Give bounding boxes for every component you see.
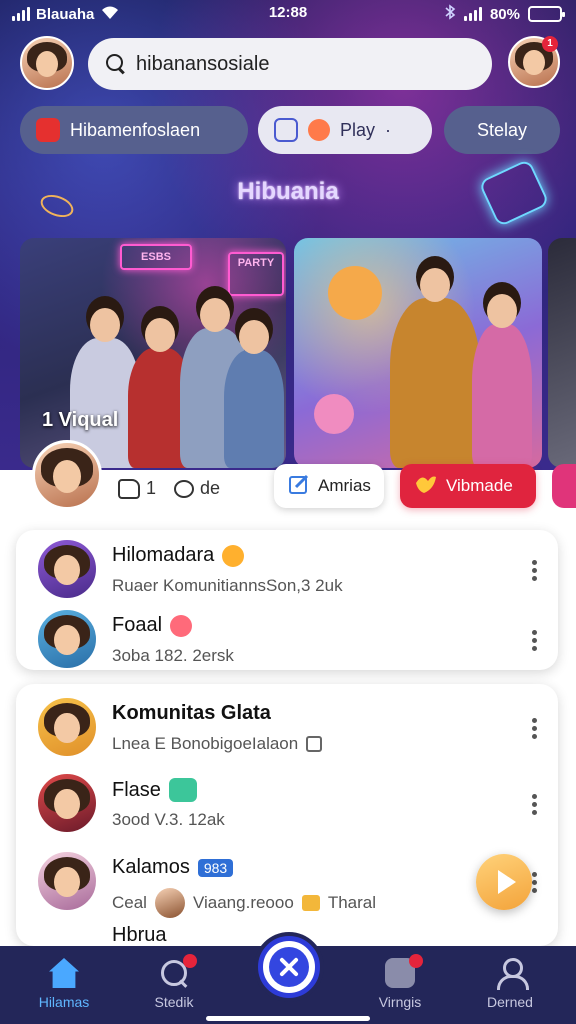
close-icon [269, 947, 309, 987]
community-avatar [36, 850, 98, 912]
chip-label: Play [340, 119, 376, 140]
item-subtitle: Viaang.reooo [192, 893, 294, 912]
community-avatar [36, 696, 98, 758]
feed-card-singing[interactable] [294, 238, 542, 468]
nav-label: Virngis [378, 994, 422, 1010]
heart-emoji-icon [308, 119, 330, 141]
item-name: Kalamos [112, 856, 190, 878]
item-name: Foaal [112, 614, 163, 636]
community-group-card: Hilomadara Ruaer KomunitiannsSon,3 2uk F… [16, 530, 558, 670]
more-options-icon[interactable] [532, 560, 538, 582]
group-avatar [36, 608, 98, 670]
battery-percent: 80% [489, 5, 520, 23]
community-list-card: Komunitas Glata Lnea E BonobigoeIalaon F… [16, 684, 558, 946]
member-avatar [154, 888, 185, 918]
search-icon [106, 54, 126, 74]
search-icon [159, 954, 197, 988]
bear-mascot-icon [314, 394, 354, 434]
flower-icon [170, 614, 193, 637]
comment-count: de [200, 478, 221, 498]
neon-sign: ESBS [120, 244, 192, 270]
profile-icon [495, 958, 529, 990]
chip-play[interactable]: Play · [258, 106, 432, 154]
like-count: 1 [146, 478, 157, 498]
item-name: Hbrua [112, 924, 167, 946]
card-label: 1 Viqual [42, 409, 119, 431]
notification-dot [183, 954, 197, 968]
battery-icon [528, 6, 565, 22]
sun-icon [222, 544, 245, 567]
nav-label: Stedik [154, 994, 194, 1010]
nav-label: Derned [487, 994, 533, 1010]
profile-avatar[interactable] [20, 36, 74, 90]
search-query: hibanansosiale [136, 52, 270, 75]
more-options-icon[interactable] [532, 872, 538, 894]
item-subtitle: Tharal [327, 893, 376, 912]
more-action-button[interactable] [552, 464, 576, 508]
bluetooth-icon [444, 4, 456, 24]
chip-dot: · [385, 119, 392, 140]
more-options-icon[interactable] [532, 630, 538, 652]
reaction-stats: 1 de [118, 478, 220, 499]
share-button[interactable]: Amrias [274, 464, 384, 508]
item-subtitle: 3ood V.3. 12ak [112, 810, 225, 829]
status-bar: Blauaha 12:88 80% [0, 0, 576, 28]
comment-icon[interactable] [174, 479, 195, 498]
chip-label: Hibamenfoslaen [70, 119, 201, 140]
chip-label: Stelay [476, 119, 528, 140]
vibe-label: Vibmade [446, 476, 513, 495]
notification-badge: 1 [542, 36, 558, 52]
chip-hibamenfoslaen[interactable]: Hibamenfoslaen [20, 106, 248, 154]
gift-icon [274, 118, 298, 142]
item-subtitle: Ceal [112, 893, 147, 912]
home-indicator [206, 1016, 370, 1021]
item-name: Flase [112, 778, 161, 801]
item-name: Hilomadara [112, 544, 215, 566]
list-item[interactable]: Flase 3ood V.3. 12ak [16, 768, 558, 842]
nav-home[interactable]: Hilamas [14, 958, 114, 1010]
group-avatar [36, 538, 98, 600]
nav-search[interactable]: Stedik [124, 954, 224, 1010]
more-options-icon[interactable] [532, 718, 538, 740]
status-time: 12:88 [268, 4, 308, 21]
count-badge: 983 [197, 858, 234, 877]
signal-strength-icon [463, 7, 482, 21]
notification-dot [409, 954, 423, 968]
feed-card-party[interactable]: ESBS PARTY 1 Viqual [20, 238, 286, 468]
like-icon[interactable] [118, 478, 140, 499]
feed-card-next[interactable] [548, 238, 576, 468]
app-badge-icon [168, 778, 197, 802]
center-action-button[interactable] [258, 936, 320, 998]
item-subtitle: Ruaer KomunitiannsSon,3 2uk [112, 576, 343, 595]
list-item[interactable]: Hilomadara Ruaer KomunitiannsSon,3 2uk [16, 534, 558, 608]
chip-stelay[interactable]: Stelay [444, 106, 560, 154]
gift-icon [306, 736, 323, 752]
alarm-icon [36, 118, 60, 142]
share-label: Amrias [318, 476, 371, 495]
search-input[interactable]: hibanansosiale [88, 38, 492, 90]
item-subtitle: Lnea E BonobigoeIalaon [112, 734, 299, 753]
play-button[interactable] [476, 854, 532, 910]
item-name: Komunitas Glata [112, 702, 271, 724]
edit-icon [288, 473, 310, 500]
neon-sign: PARTY [228, 252, 284, 296]
list-item[interactable]: Foaal 3oba 182. 2ersk [16, 604, 558, 678]
bird-icon [414, 473, 438, 500]
creator-avatar[interactable] [32, 440, 102, 510]
videos-icon [385, 954, 423, 988]
vibe-button[interactable]: Vibmade [400, 464, 536, 508]
list-item[interactable]: Komunitas Glata Lnea E BonobigoeIalaon [16, 692, 558, 766]
home-icon [49, 958, 79, 988]
community-avatar [36, 772, 98, 834]
nav-profile[interactable]: Derned [460, 958, 560, 1010]
nav-videos[interactable]: Virngis [350, 954, 450, 1010]
nav-label: Hilamas [38, 994, 90, 1010]
lock-icon [301, 895, 320, 911]
item-subtitle: 3oba 182. 2ersk [112, 646, 234, 665]
more-options-icon[interactable] [532, 794, 538, 816]
bear-mascot-icon [328, 266, 382, 320]
